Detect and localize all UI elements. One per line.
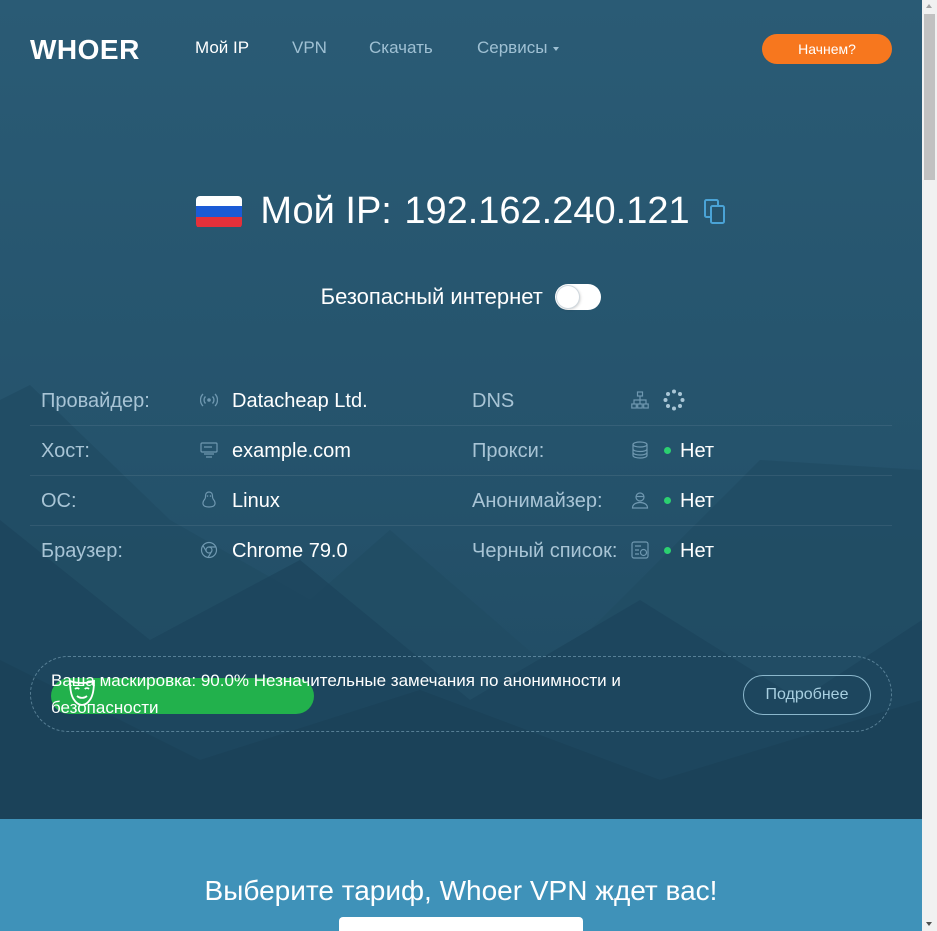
ip-address: 192.162.240.121 <box>404 190 690 232</box>
secure-internet-toggle[interactable] <box>555 284 602 310</box>
secure-internet-row: Безопасный интернет <box>0 284 922 310</box>
nav-item-services-label: Сервисы <box>477 38 548 57</box>
scroll-down-arrow-icon[interactable] <box>926 922 932 926</box>
caret-down-icon <box>553 46 560 51</box>
dns-label: DNS <box>472 390 515 412</box>
network-icon <box>631 391 649 409</box>
loading-spinner-icon <box>663 389 685 411</box>
browser-label: Браузер: <box>41 540 123 562</box>
proxy-status-dot <box>664 447 671 454</box>
disguise-panel: Ваша маскировка: 90.0% Незначительные за… <box>30 656 892 732</box>
vertical-scrollbar[interactable] <box>922 0 937 931</box>
nav-item-my-ip[interactable]: Мой IP <box>195 38 249 58</box>
host-label: Хост: <box>41 440 90 462</box>
blacklist-value: Нет <box>680 540 715 562</box>
linux-icon <box>202 491 216 508</box>
antenna-icon <box>200 393 218 407</box>
secure-internet-label: Безопасный интернет <box>320 284 543 309</box>
nav-item-download[interactable]: Скачать <box>369 38 433 58</box>
server-icon <box>200 442 218 458</box>
start-button[interactable]: Начнем? <box>762 34 892 64</box>
info-row-browser: Браузер: Chrome 79.0 Черный список: Нет <box>30 526 892 576</box>
disguise-status-text: Ваша маскировка: 90.0% Незначительные за… <box>51 671 621 717</box>
anonymizer-value: Нет <box>680 490 715 512</box>
os-value: Linux <box>232 490 280 512</box>
details-button[interactable]: Подробнее <box>743 675 871 715</box>
ip-label: Мой IP: <box>260 190 392 232</box>
hero-section: WHOER Мой IP VPN Скачать Сервисы Начнем?… <box>0 0 922 819</box>
info-row-host: Хост: example.com Прокси: Нет <box>30 426 892 476</box>
browser-value: Chrome 79.0 <box>232 540 348 562</box>
user-icon <box>631 492 649 509</box>
connection-info-table: Провайдер: Datacheap Ltd. DNS Хост: exam… <box>30 376 892 576</box>
russia-flag-icon <box>195 195 242 228</box>
tariff-section: Выберите тариф, Whoer VPN ждет вас! <box>0 819 922 931</box>
tariff-title: Выберите тариф, Whoer VPN ждет вас! <box>204 875 718 906</box>
nav-item-vpn[interactable]: VPN <box>292 38 327 58</box>
anonymizer-label: Анонимайзер: <box>472 490 603 512</box>
info-row-os: ОС: Linux Анонимайзер: Нет <box>30 476 892 526</box>
blacklist-icon <box>631 541 649 559</box>
os-label: ОС: <box>41 490 77 512</box>
anonymizer-status-dot <box>664 497 671 504</box>
host-value: example.com <box>232 440 351 462</box>
chrome-icon <box>200 541 218 559</box>
top-navigation: WHOER Мой IP VPN Скачать Сервисы Начнем? <box>0 0 922 96</box>
scrollbar-thumb[interactable] <box>924 14 935 180</box>
tariff-card[interactable] <box>339 917 583 931</box>
database-icon <box>632 441 648 459</box>
nav-item-services[interactable]: Сервисы <box>477 38 560 58</box>
proxy-value: Нет <box>680 440 715 462</box>
proxy-label: Прокси: <box>472 440 545 462</box>
provider-value: Datacheap Ltd. <box>232 390 368 412</box>
info-row-provider: Провайдер: Datacheap Ltd. DNS <box>30 376 892 426</box>
toggle-knob <box>557 286 580 308</box>
copy-icon[interactable] <box>704 198 726 225</box>
my-ip-row: Мой IP: 192.162.240.121 <box>0 190 922 238</box>
provider-label: Провайдер: <box>41 390 150 412</box>
whoer-logo[interactable]: WHOER <box>30 34 140 66</box>
scroll-up-arrow-icon[interactable] <box>926 4 932 8</box>
blacklist-label: Черный список: <box>472 540 618 562</box>
blacklist-status-dot <box>664 547 671 554</box>
